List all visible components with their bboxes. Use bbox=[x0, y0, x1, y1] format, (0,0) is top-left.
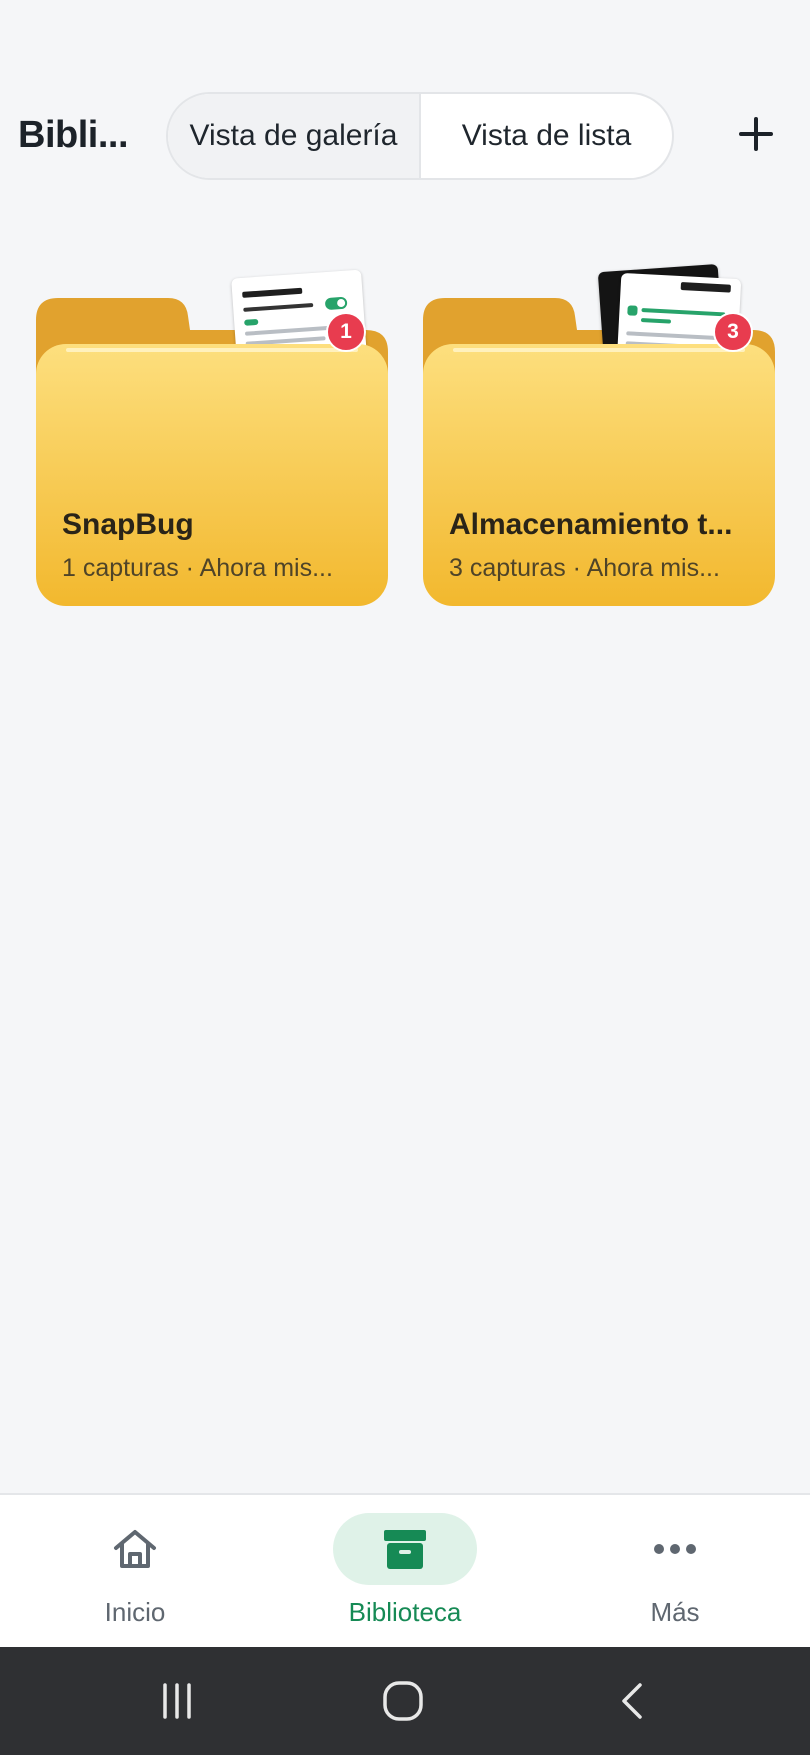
nav-icon-container bbox=[333, 1513, 477, 1585]
nav-icon-container bbox=[63, 1513, 207, 1585]
recents-button[interactable] bbox=[147, 1671, 207, 1731]
recents-icon bbox=[163, 1683, 191, 1719]
capture-count-badge: 3 bbox=[713, 312, 753, 352]
capture-count-badge: 1 bbox=[326, 312, 366, 352]
page-title: Bibli... bbox=[18, 114, 129, 156]
home-button[interactable] bbox=[373, 1671, 433, 1731]
folder-card[interactable]: 3 Almacenamiento t... 3 capturas · Ahora… bbox=[423, 260, 775, 606]
nav-item-mas[interactable]: Más bbox=[540, 1495, 810, 1649]
nav-icon-container bbox=[603, 1513, 747, 1585]
system-nav-bar bbox=[0, 1647, 810, 1755]
home-circle-icon bbox=[383, 1681, 423, 1721]
add-button[interactable] bbox=[730, 108, 782, 160]
view-toggle: Vista de galería Vista de lista bbox=[166, 92, 674, 180]
list-view-tab[interactable]: Vista de lista bbox=[421, 94, 672, 178]
header: Bibli... Vista de galería Vista de lista bbox=[0, 90, 810, 182]
folder-name: Almacenamiento t... bbox=[449, 508, 733, 541]
folder-name: SnapBug bbox=[62, 508, 194, 541]
nav-label: Inicio bbox=[104, 1597, 166, 1627]
plus-icon bbox=[739, 117, 773, 151]
nav-item-inicio[interactable]: Inicio bbox=[0, 1495, 270, 1649]
nav-label: Más bbox=[650, 1597, 700, 1627]
folder-meta: 1 capturas · Ahora mis... bbox=[62, 554, 333, 582]
archive-box-icon bbox=[384, 1530, 426, 1569]
more-dots-icon bbox=[654, 1544, 696, 1554]
home-icon bbox=[114, 1530, 156, 1568]
bottom-nav: Inicio Biblioteca Más bbox=[0, 1493, 810, 1647]
library-screen: Bibli... Vista de galería Vista de lista bbox=[0, 0, 810, 1755]
nav-label: Biblioteca bbox=[348, 1597, 462, 1627]
folder-card[interactable]: 1 SnapBug 1 capturas · Ahora mis... bbox=[36, 260, 388, 606]
back-chevron-icon bbox=[622, 1683, 642, 1719]
nav-item-biblioteca[interactable]: Biblioteca bbox=[270, 1495, 540, 1649]
folder-meta: 3 capturas · Ahora mis... bbox=[449, 554, 720, 582]
gallery-view-tab[interactable]: Vista de galería bbox=[168, 94, 421, 178]
back-button[interactable] bbox=[602, 1671, 662, 1731]
